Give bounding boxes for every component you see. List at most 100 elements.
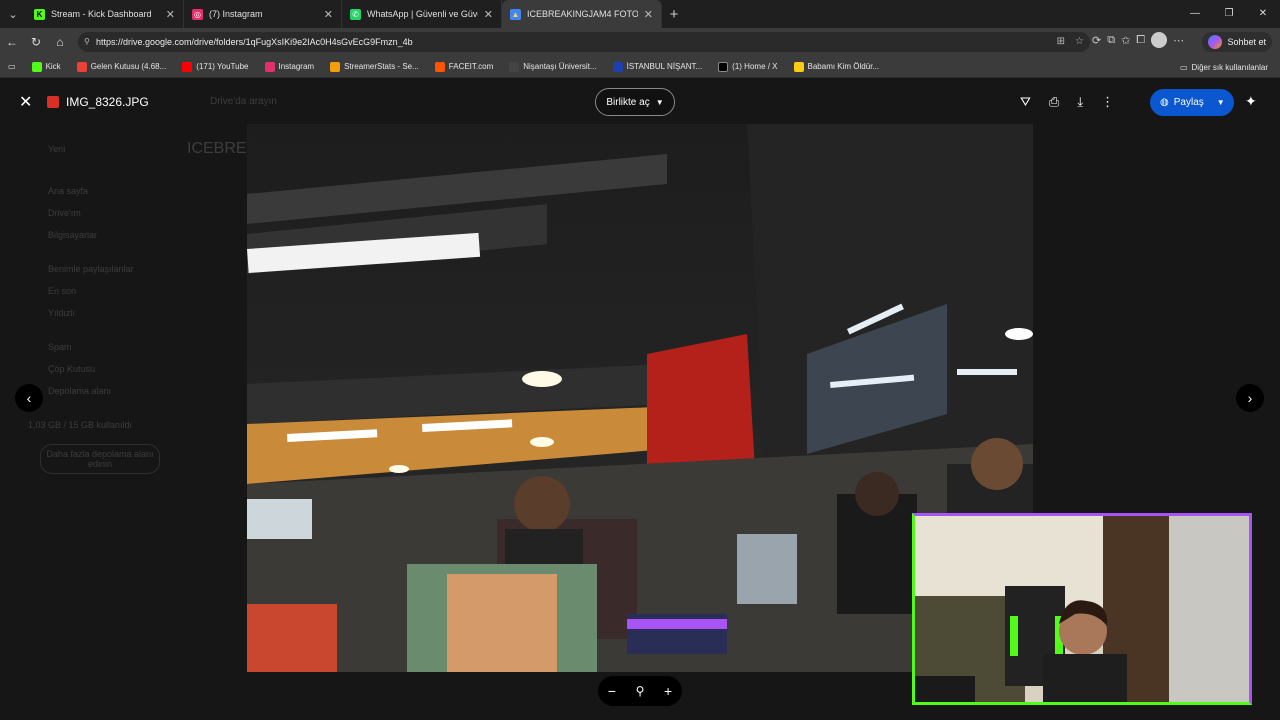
open-with-label: Birlikte aç [606,96,650,108]
zoom-icon[interactable]: ⚲ [636,684,645,698]
bookmark-item[interactable]: (1) Home / X [710,61,785,72]
zoom-in-icon[interactable]: + [664,683,672,699]
zoom-controls: − ⚲ + [598,676,682,706]
chevron-down-icon: ▼ [655,97,664,107]
more-icon[interactable]: ⋯ [1173,34,1184,47]
close-tab-icon[interactable]: ✕ [324,8,333,21]
tab-google-drive[interactable]: ▲ ICEBREAKINGJAM4 FOTOĞRAFLAR ✕ [502,0,662,28]
close-viewer-icon[interactable]: ✕ [19,92,32,112]
url-text: https://drive.google.com/drive/folders/1… [96,37,413,47]
bookmarks-bar: ▭ Kick Gelen Kutusu (4.68... (171) YouTu… [0,56,1280,78]
browser-toolbar: ⟳ ⧉ ✩ ⧠ ⋯ [1092,32,1184,48]
bookmark-label: (171) YouTube [196,62,249,71]
instagram-icon [264,61,275,72]
refresh-icon[interactable]: ↻ [24,35,48,49]
bookmark-item[interactable]: Gelen Kutusu (4.68... [69,61,175,72]
window-controls: — ❐ ✕ [1178,0,1280,28]
bookmark-item[interactable]: FACEIT.com [427,61,501,72]
bookmark-item[interactable]: StreamerStats - Se... [322,61,427,72]
storage-button: Daha fazla depolama alanı edinin [40,444,160,474]
youtube-icon [182,61,193,72]
tab-title: ICEBREAKINGJAM4 FOTOĞRAFLAR [527,9,638,19]
home-icon[interactable]: ⌂ [48,35,72,49]
university-icon [509,61,520,72]
bookmark-item[interactable]: İSTANBUL NİŞANT... [605,61,711,72]
bookmark-item[interactable]: Babamı Kim Öldür... [786,61,888,72]
site-icon [793,61,804,72]
print-icon[interactable]: ⎙ [1049,94,1059,110]
share-label: Paylaş [1173,97,1204,108]
sidebar-item: Bilgisayarlar [48,230,98,240]
new-tab-icon[interactable]: + [662,6,686,23]
sidebar-item: Benimle paylaşılanlar [48,264,134,274]
gmail-icon [76,61,87,72]
bookmark-label: StreamerStats - Se... [344,62,419,71]
tab-instagram[interactable]: ◎ (7) Instagram ✕ [184,0,342,28]
chevron-right-icon: › [1247,390,1253,406]
copilot-button[interactable]: Sohbet et [1202,32,1272,52]
zoom-out-icon[interactable]: − [608,683,616,699]
previous-image-button[interactable]: ‹ [15,384,43,412]
chevron-down-icon[interactable]: ▼ [1217,98,1225,107]
reading-list-icon[interactable]: ▭ [0,62,24,71]
download-icon[interactable]: ⤓ [1077,94,1083,110]
drive-search-placeholder: Drive'da arayın [210,96,277,107]
favorite-star-icon[interactable]: ☆ [1075,32,1084,52]
tab-whatsapp[interactable]: ✆ WhatsApp | Güvenli ve Güvenilir Ü ✕ [342,0,502,28]
tab-title: WhatsApp | Güvenli ve Güvenilir Ü [367,9,478,19]
copilot-icon [1208,35,1223,49]
tab-kick-dashboard[interactable]: K Stream - Kick Dashboard ✕ [26,0,184,28]
tab-title: Stream - Kick Dashboard [51,9,152,19]
close-tab-icon[interactable]: ✕ [484,8,493,21]
chevron-left-icon: ‹ [26,390,32,406]
bookmark-item[interactable]: Nişantaşı Üniversit... [501,61,604,72]
collections-icon[interactable]: ⧠ [1136,34,1145,47]
bookmark-item[interactable]: Kick [24,61,69,72]
tab-bar: ⌄ K Stream - Kick Dashboard ✕ ◎ (7) Inst… [0,0,1280,28]
streamerstats-icon [330,61,341,72]
bookmark-label: (1) Home / X [732,62,778,71]
whatsapp-icon: ✆ [350,8,361,20]
gemini-icon[interactable]: ✦ [1245,93,1257,110]
bookmark-item[interactable]: (171) YouTube [174,61,256,72]
other-bookmarks-label: Diğer sık kullanılanlar [1191,62,1268,72]
site-info-icon[interactable]: ⚲ [84,32,90,52]
profile-avatar[interactable] [1151,32,1168,48]
share-button[interactable]: ◍ Paylaş ▼ [1150,89,1234,116]
other-bookmarks[interactable]: ▭ Diğer sık kullanılanlar [1180,56,1268,78]
webcam-overlay [912,513,1252,705]
bookmark-label: Instagram [278,62,315,71]
more-actions-icon[interactable]: ⋮ [1101,94,1114,110]
restore-icon[interactable]: ❐ [1212,0,1246,28]
instagram-icon: ◎ [192,8,203,20]
sidebar-item: Çöp Kutusu [48,364,96,374]
sidebar-item: Ana sayfa [48,186,89,196]
file-name: IMG_8326.JPG [66,95,149,109]
back-icon[interactable]: ← [0,35,24,49]
close-tab-icon[interactable]: ✕ [644,8,653,21]
sidebar-item: Spam [48,342,72,352]
sidebar-item: Drive'ım [48,208,81,218]
close-tab-icon[interactable]: ✕ [166,8,175,21]
split-screen-icon[interactable]: ⧉ [1107,34,1115,47]
close-window-icon[interactable]: ✕ [1246,0,1280,28]
storage-text: 1,03 GB / 15 GB kullanıldı [28,420,133,430]
add-to-drive-icon[interactable]: ⛛ [1020,94,1031,110]
minimize-icon[interactable]: — [1178,0,1212,28]
next-image-button[interactable]: › [1236,384,1264,412]
bookmark-label: Nişantaşı Üniversit... [523,62,597,71]
bookmark-item[interactable]: Instagram [257,61,323,72]
bookmark-label: Babamı Kim Öldür... [807,62,880,71]
url-field[interactable]: ⚲ https://drive.google.com/drive/folders… [78,32,1090,52]
x-icon [718,61,729,72]
folder-icon: ▭ [1179,62,1188,72]
kick-icon: K [34,8,45,20]
sidebar-item: Depolama alanı [48,386,112,396]
tab-actions-icon[interactable]: ⌄ [0,0,26,28]
viewer-actions: ⛛ ⎙ ⤓ ⋮ [1020,94,1114,110]
extensions-icon[interactable]: ⟳ [1092,34,1101,47]
open-with-button[interactable]: Birlikte aç ▼ [595,88,675,116]
favorites-icon[interactable]: ✩ [1121,34,1130,47]
google-drive-icon: ▲ [510,8,521,20]
apps-icon[interactable]: ⊞ [1057,32,1065,52]
